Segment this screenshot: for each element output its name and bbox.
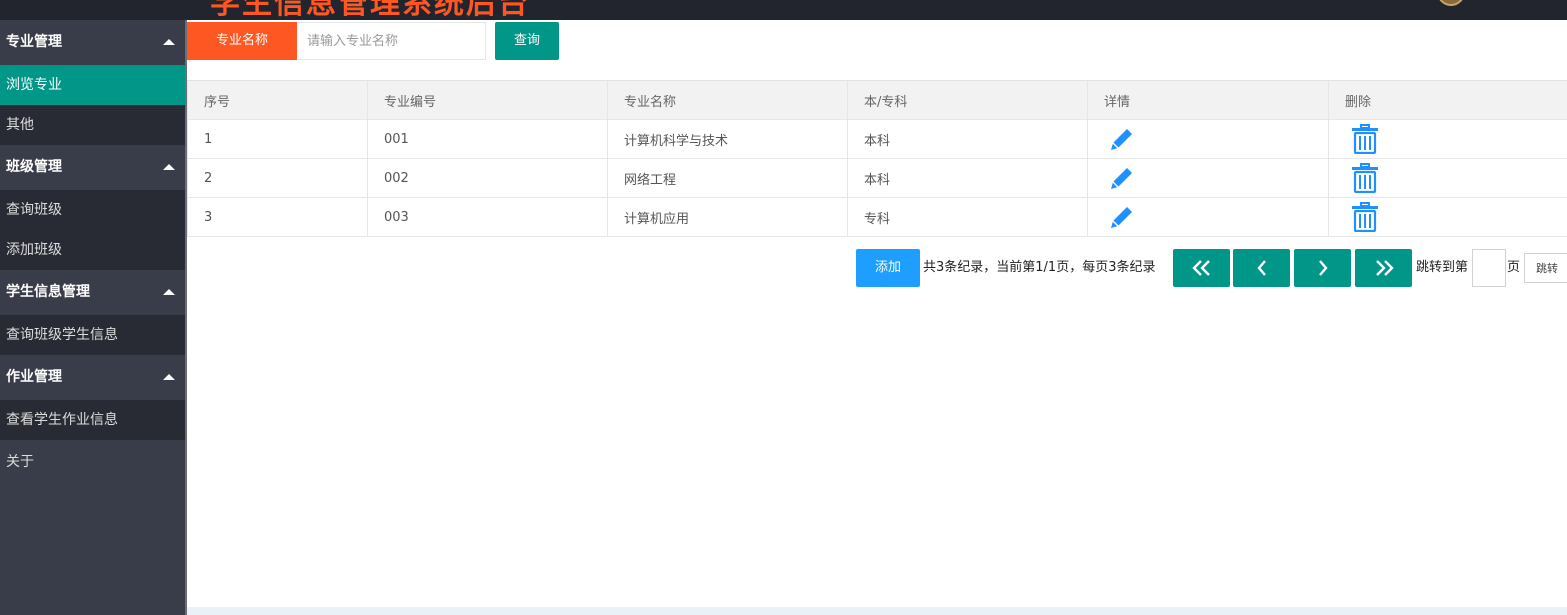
cell-no: 1: [187, 119, 368, 159]
sidebar-sublist: 查询班级学生信息: [0, 315, 185, 355]
search-button[interactable]: 查询: [495, 22, 559, 60]
cell-code: 001: [367, 119, 608, 159]
sidebar-item-about[interactable]: 关于: [0, 440, 185, 485]
table-row: 2 002 网络工程 本科: [187, 158, 1567, 198]
caret-up-icon: [163, 164, 175, 170]
pencil-icon[interactable]: [1108, 125, 1136, 153]
cell-no: 3: [187, 197, 368, 237]
bottom-strip: [187, 607, 1567, 615]
next-page-button[interactable]: [1294, 249, 1351, 287]
sidebar-item-other[interactable]: 其他: [0, 105, 185, 145]
sidebar-group-label: 班级管理: [6, 159, 62, 175]
cell-level: 专科: [847, 197, 1088, 237]
sidebar-group-label: 作业管理: [6, 369, 62, 385]
caret-up-icon: [163, 289, 175, 295]
jump-page-input[interactable]: [1472, 249, 1506, 287]
column-header-code: 专业编号: [367, 80, 608, 120]
sidebar-group-label: 专业管理: [6, 34, 62, 50]
app-title: 学生信息管理系统后台: [210, 0, 530, 20]
double-chevron-right-icon: [1375, 260, 1394, 276]
cell-name: 计算机科学与技术: [607, 119, 848, 159]
cell-detail: [1087, 119, 1329, 159]
caret-up-icon: [163, 39, 175, 45]
sidebar-group-major[interactable]: 专业管理: [0, 20, 185, 65]
sidebar-group-homework[interactable]: 作业管理: [0, 355, 185, 400]
sidebar-item-query-students[interactable]: 查询班级学生信息: [0, 315, 185, 355]
chevron-right-icon: [1318, 260, 1328, 276]
trash-icon[interactable]: [1349, 202, 1381, 232]
sidebar-group-class[interactable]: 班级管理: [0, 145, 185, 190]
jump-label: 跳转到第: [1416, 260, 1469, 275]
prev-page-button[interactable]: [1233, 249, 1290, 287]
column-header-detail: 详情: [1087, 80, 1329, 120]
sidebar-item-view-homework[interactable]: 查看学生作业信息: [0, 400, 185, 440]
last-page-button[interactable]: [1355, 249, 1412, 287]
pencil-icon[interactable]: [1108, 203, 1136, 231]
cell-no: 2: [187, 158, 368, 198]
cell-code: 002: [367, 158, 608, 198]
sidebar-sublist: 查看学生作业信息: [0, 400, 185, 440]
jump-unit-label: 页: [1507, 260, 1521, 275]
search-label: 专业名称: [187, 22, 297, 60]
chevron-left-icon: [1256, 260, 1266, 276]
sidebar-group-label: 学生信息管理: [6, 284, 90, 300]
sidebar-group-student[interactable]: 学生信息管理: [0, 270, 185, 315]
pager-summary: 共3条纪录，当前第1/1页，每页3条纪录: [923, 260, 1156, 275]
sidebar-item-query-class[interactable]: 查询班级: [0, 190, 185, 230]
cell-level: 本科: [847, 119, 1088, 159]
major-table: 序号 专业编号 专业名称 本/专科 详情 删除 1 001 计算机科学与技术 本…: [187, 80, 1567, 237]
trash-icon[interactable]: [1349, 124, 1381, 154]
sidebar: 专业管理 浏览专业 其他 班级管理 查询班级 添加班级 学生信息管理 查询班级学…: [0, 20, 185, 615]
add-button[interactable]: 添加: [856, 249, 920, 287]
cell-name: 网络工程: [607, 158, 848, 198]
sidebar-sublist: 查询班级 添加班级: [0, 190, 185, 270]
first-page-button[interactable]: [1173, 249, 1230, 287]
top-bar: 学生信息管理系统后台: [0, 0, 1567, 20]
main-content: 专业名称 查询 序号 专业编号 专业名称 本/专科 详情 删除 1 001 计算…: [187, 20, 1567, 615]
cell-delete: [1328, 119, 1567, 159]
table-header-row: 序号 专业编号 专业名称 本/专科 详情 删除: [187, 80, 1567, 120]
cell-detail: [1087, 197, 1329, 237]
column-header-delete: 删除: [1328, 80, 1567, 120]
caret-up-icon: [163, 374, 175, 380]
user-avatar[interactable]: [1437, 0, 1465, 6]
sidebar-sublist: 浏览专业 其他: [0, 65, 185, 145]
jump-button[interactable]: 跳转: [1524, 253, 1567, 283]
cell-delete: [1328, 158, 1567, 198]
cell-code: 003: [367, 197, 608, 237]
sidebar-item-browse-major[interactable]: 浏览专业: [0, 65, 185, 105]
cell-name: 计算机应用: [607, 197, 848, 237]
trash-icon[interactable]: [1349, 163, 1381, 193]
column-header-level: 本/专科: [847, 80, 1088, 120]
table-row: 1 001 计算机科学与技术 本科: [187, 119, 1567, 159]
column-header-name: 专业名称: [607, 80, 848, 120]
sidebar-item-add-class[interactable]: 添加班级: [0, 230, 185, 270]
cell-level: 本科: [847, 158, 1088, 198]
search-input[interactable]: [297, 22, 486, 60]
double-chevron-left-icon: [1191, 260, 1210, 276]
column-header-no: 序号: [187, 80, 368, 120]
pencil-icon[interactable]: [1108, 164, 1136, 192]
cell-detail: [1087, 158, 1329, 198]
table-row: 3 003 计算机应用 专科: [187, 197, 1567, 237]
cell-delete: [1328, 197, 1567, 237]
